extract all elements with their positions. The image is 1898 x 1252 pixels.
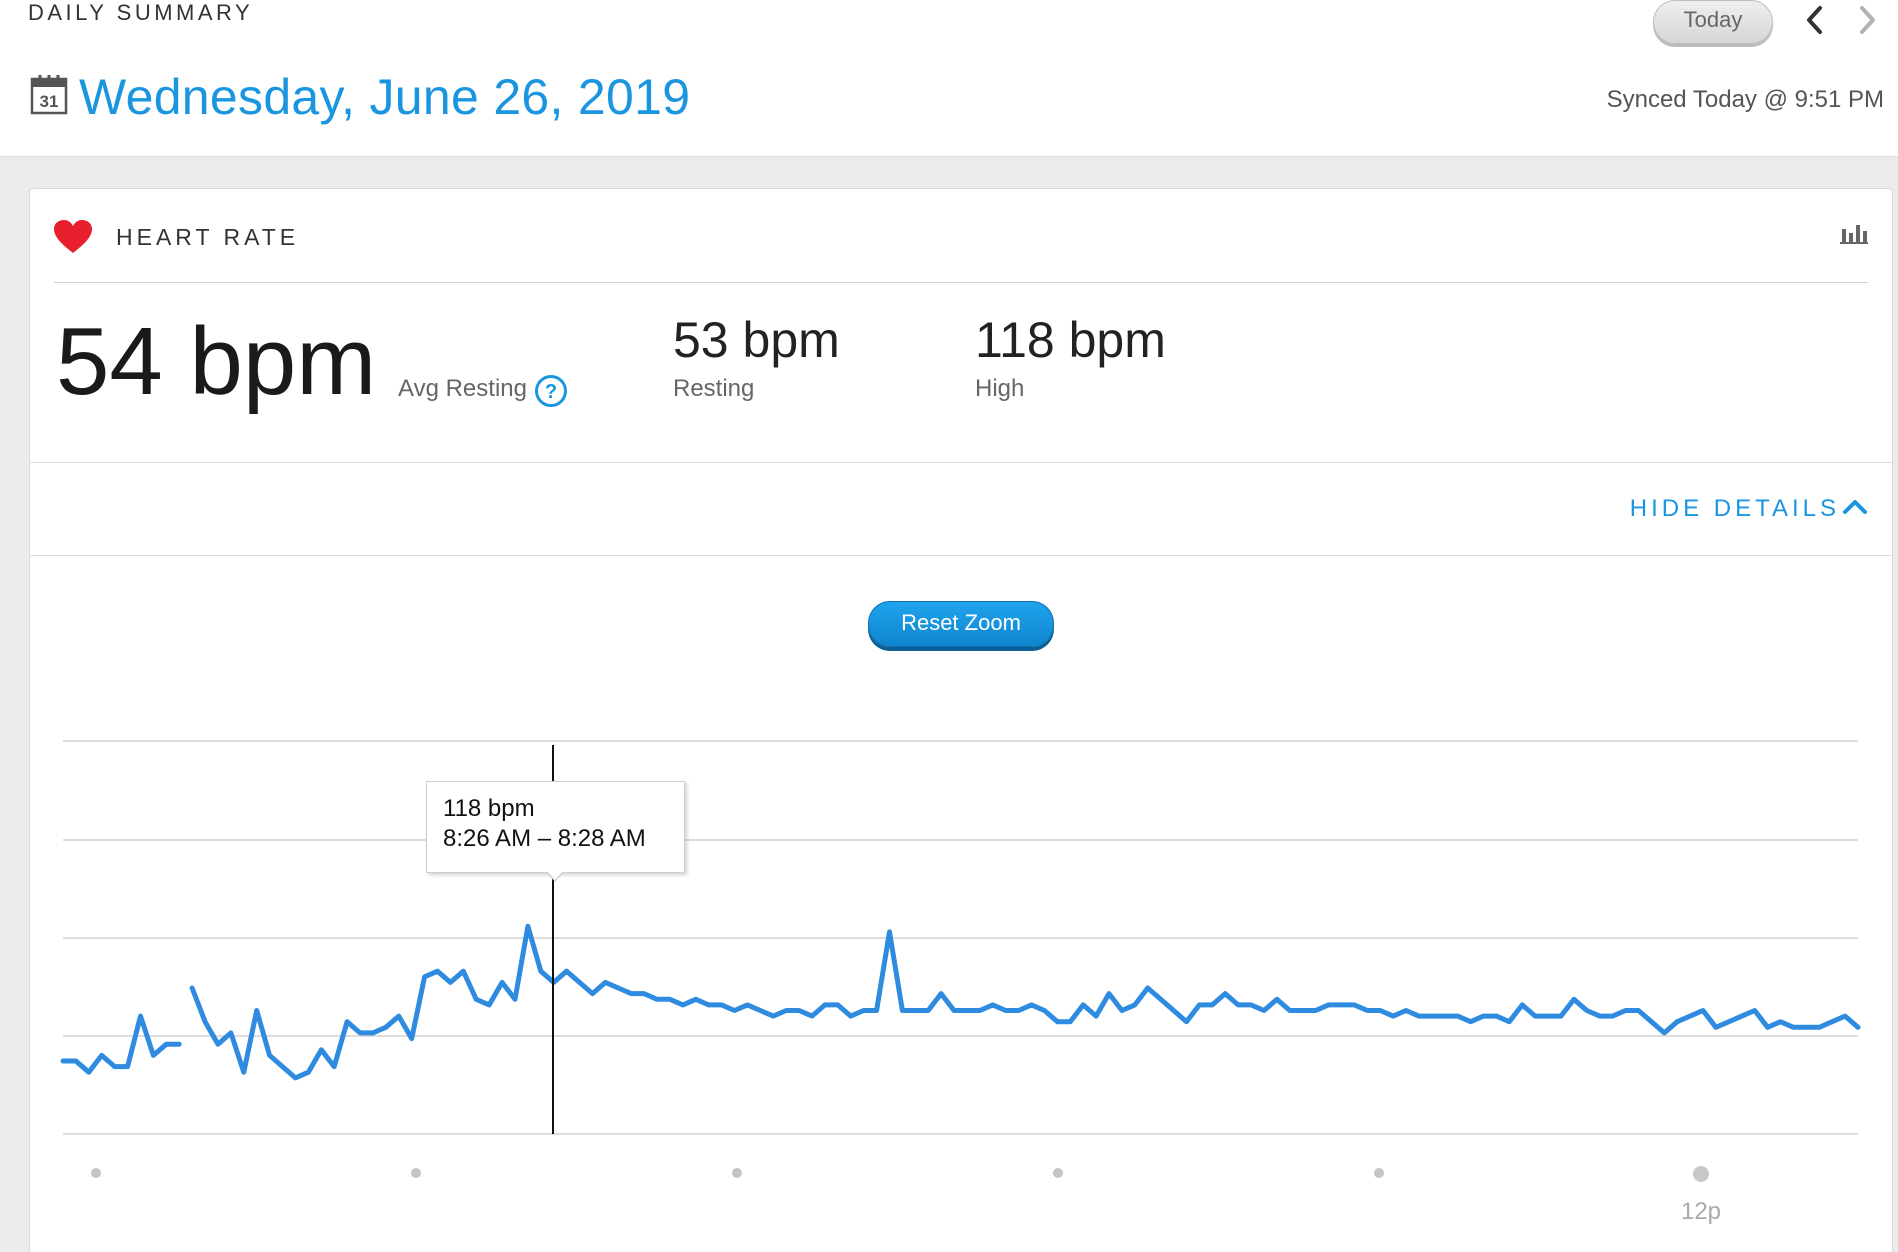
tooltip-value: 118 bpm: [443, 795, 535, 822]
high-value: 118 bpm: [975, 312, 1166, 368]
avg-resting-label: Avg Resting: [398, 375, 527, 402]
chevron-up-icon[interactable]: [1842, 495, 1868, 517]
section-label: DAILY SUMMARY: [28, 0, 254, 25]
tooltip-range: 8:26 AM – 8:28 AM: [443, 825, 646, 852]
chevron-left-icon[interactable]: [1800, 2, 1830, 38]
tooltip-pointer-fill: [547, 871, 563, 880]
calendar-icon: 31: [30, 75, 68, 115]
svg-text:?: ?: [545, 381, 557, 403]
chart-tooltip: 118 bpm 8:26 AM – 8:28 AM: [426, 781, 685, 873]
avg-resting-value: 54 bpm: [56, 308, 377, 415]
hide-details-link[interactable]: HIDE DETAILS: [1630, 495, 1840, 523]
divider: [30, 462, 1892, 463]
page-header: DAILY SUMMARY Today 31 Wednesday, June 2…: [0, 0, 1898, 157]
heart-rate-card: HEART RATE 54 bpm Avg Resting ? 53 bpm R…: [29, 188, 1893, 1252]
resting-value: 53 bpm: [673, 312, 840, 368]
card-title: HEART RATE: [116, 224, 300, 250]
reset-zoom-button[interactable]: Reset Zoom: [868, 601, 1054, 647]
bar-chart-icon[interactable]: [1840, 221, 1868, 245]
chevron-right-icon[interactable]: [1852, 2, 1882, 38]
resting-label: Resting: [673, 375, 755, 402]
today-button[interactable]: Today: [1653, 0, 1773, 44]
high-label: High: [975, 375, 1025, 402]
heart-icon: [54, 220, 92, 253]
page-title: Wednesday, June 26, 2019: [79, 69, 691, 125]
help-icon[interactable]: ?: [534, 374, 568, 408]
calendar-day: 31: [40, 92, 59, 111]
sync-status: Synced Today @ 9:51 PM: [1606, 86, 1884, 113]
divider: [54, 282, 1868, 283]
divider: [30, 555, 1892, 556]
card-header: HEART RATE: [30, 189, 1892, 284]
